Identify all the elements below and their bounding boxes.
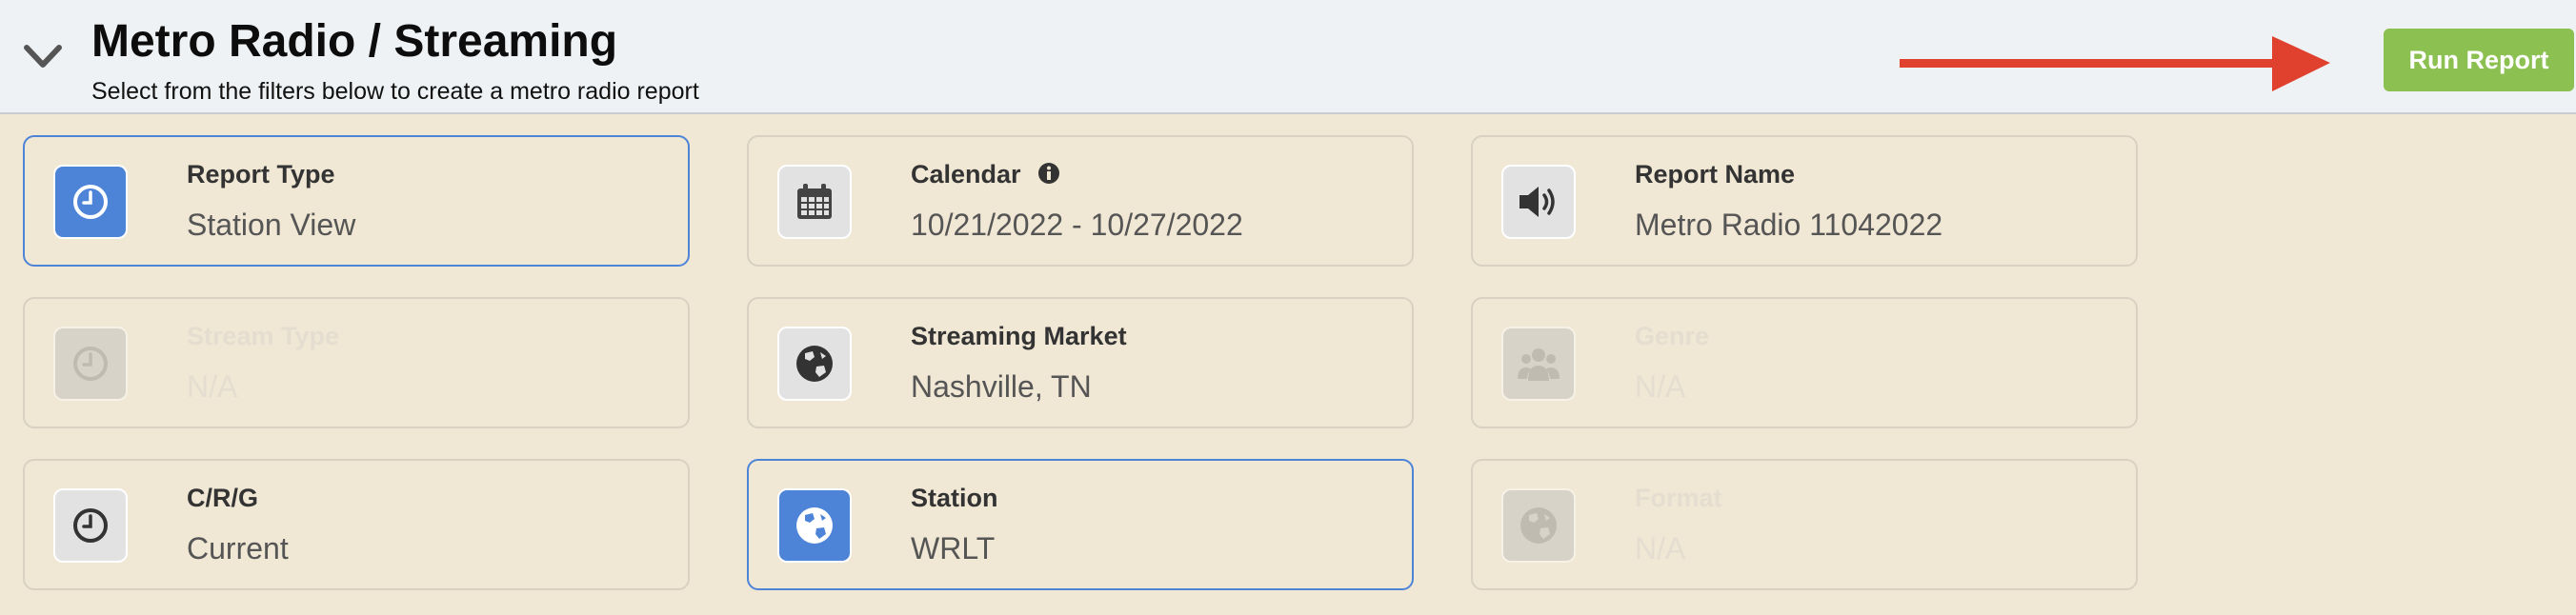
filter-label: Streaming Market [911,322,1127,350]
filter-value: N/A [187,369,238,404]
globe-icon [777,327,852,401]
filter-label: Report Type [187,160,335,188]
filter-card-stream-type: Stream Type N/A [23,297,690,428]
info-icon[interactable] [1037,162,1060,185]
filter-value: Nashville, TN [911,369,1092,404]
chevron-down-icon[interactable] [21,38,65,76]
page-title: Metro Radio / Streaming [91,16,618,67]
filter-value: WRLT [911,531,996,565]
run-report-button[interactable]: Run Report [2384,29,2574,91]
filter-card-calendar[interactable]: Calendar 10/21/2022 - 10/27/2022 [747,135,1414,267]
page-header: Metro Radio / Streaming Select from the … [0,0,2576,114]
filter-value: N/A [1635,531,1686,565]
filter-card-genre: Genre N/A [1471,297,2138,428]
filter-card-station[interactable]: Station WRLT [747,459,1414,590]
globe-icon [1501,488,1576,563]
filter-value: N/A [1635,369,1686,404]
globe-icon [777,488,852,563]
speaker-icon [1501,165,1576,239]
filter-card-format: Format N/A [1471,459,2138,590]
clock-icon [53,327,128,401]
calendar-icon [777,165,852,239]
filter-label: Genre [1635,322,1710,350]
filter-label: Format [1635,484,1722,512]
filter-label: Report Name [1635,160,1796,188]
filter-label: Calendar [911,160,1021,188]
filter-card-report-type[interactable]: Report Type Station View [23,135,690,267]
filter-value: Current [187,531,289,565]
clock-icon [53,488,128,563]
arrow-annotation [1900,36,2330,91]
clock-icon [53,165,128,239]
filter-label: C/R/G [187,484,259,512]
page-subtitle: Select from the filters below to create … [91,78,699,105]
filter-label: Station [911,484,998,512]
filter-value: Station View [187,208,356,242]
filter-card-crg[interactable]: C/R/G Current [23,459,690,590]
filter-value: 10/21/2022 - 10/27/2022 [911,208,1243,242]
filter-label: Stream Type [187,322,340,350]
users-icon [1501,327,1576,401]
filter-card-streaming-market[interactable]: Streaming Market Nashville, TN [747,297,1414,428]
filter-value: Metro Radio 11042022 [1635,208,1943,242]
filter-card-report-name[interactable]: Report Name Metro Radio 11042022 [1471,135,2138,267]
